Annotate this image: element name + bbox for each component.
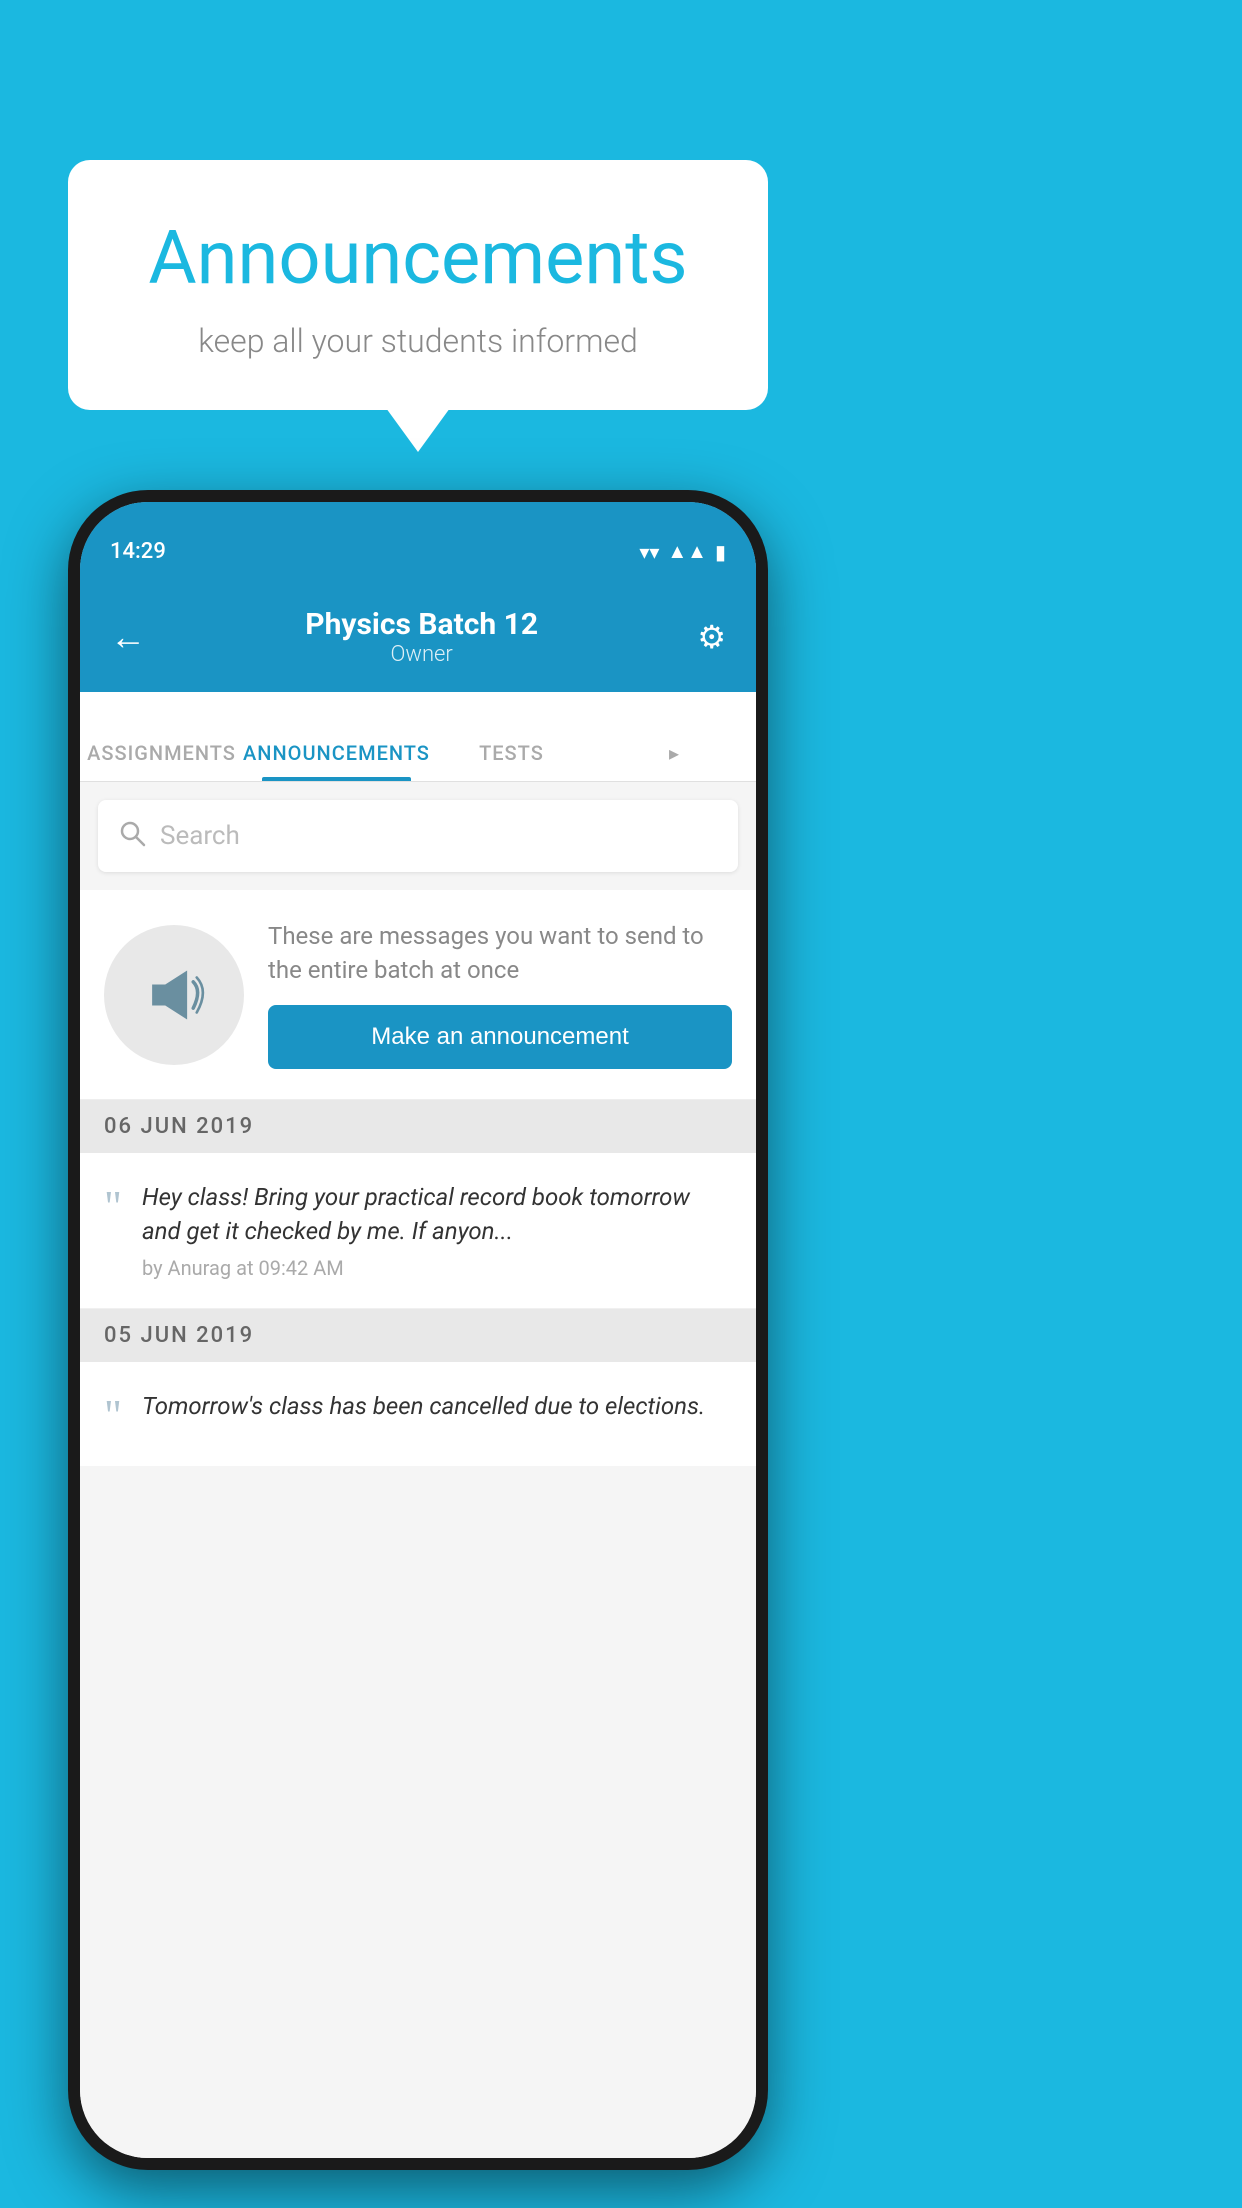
date-divider-2: 05 JUN 2019	[80, 1309, 756, 1362]
speech-bubble-container: Announcements keep all your students inf…	[68, 160, 768, 410]
search-placeholder-text: Search	[160, 821, 240, 851]
phone-outer: 14:29 ▾▾ ▲▲ ▮ ← Physics Batch 12 Owner ⚙	[68, 490, 768, 2170]
signal-icon: ▲▲	[667, 539, 707, 564]
search-icon	[118, 819, 146, 854]
back-button[interactable]: ←	[110, 616, 146, 658]
tab-tests[interactable]: TESTS	[430, 741, 593, 781]
announcement-content-2: Tomorrow's class has been cancelled due …	[142, 1390, 732, 1432]
speech-bubble-title: Announcements	[128, 215, 708, 302]
app-bar: ← Physics Batch 12 Owner ⚙	[80, 582, 756, 692]
app-bar-title-section: Physics Batch 12 Owner	[305, 607, 538, 667]
announcement-text-1: Hey class! Bring your practical record b…	[142, 1181, 732, 1248]
tab-more[interactable]: ▸	[593, 741, 756, 781]
status-bar: 14:29 ▾▾ ▲▲ ▮	[80, 502, 756, 582]
search-bar[interactable]: Search	[98, 800, 738, 872]
megaphone-icon	[139, 960, 209, 1030]
announcement-content-1: Hey class! Bring your practical record b…	[142, 1181, 732, 1280]
date-divider-1: 06 JUN 2019	[80, 1100, 756, 1153]
phone-wrapper: 14:29 ▾▾ ▲▲ ▮ ← Physics Batch 12 Owner ⚙	[68, 490, 768, 2170]
tab-bar: ASSIGNMENTS ANNOUNCEMENTS TESTS ▸	[80, 692, 756, 782]
app-bar-title: Physics Batch 12	[305, 607, 538, 642]
content-area: Search These are messages	[80, 782, 756, 2158]
quote-icon-2: "	[104, 1394, 122, 1438]
quote-icon-1: "	[104, 1185, 122, 1229]
tab-assignments[interactable]: ASSIGNMENTS	[80, 741, 243, 781]
announcement-item-1: " Hey class! Bring your practical record…	[80, 1153, 756, 1309]
promo-card: These are messages you want to send to t…	[80, 890, 756, 1100]
phone-screen: 14:29 ▾▾ ▲▲ ▮ ← Physics Batch 12 Owner ⚙	[80, 502, 756, 2158]
promo-icon-circle	[104, 925, 244, 1065]
battery-icon: ▮	[715, 540, 726, 564]
app-bar-subtitle: Owner	[305, 642, 538, 667]
announcement-text-2: Tomorrow's class has been cancelled due …	[142, 1390, 732, 1424]
promo-right: These are messages you want to send to t…	[268, 920, 732, 1069]
speech-bubble-subtitle: keep all your students informed	[128, 322, 708, 360]
settings-icon[interactable]: ⚙	[697, 618, 726, 656]
announcement-meta-1: by Anurag at 09:42 AM	[142, 1256, 732, 1280]
announcement-item-2: " Tomorrow's class has been cancelled du…	[80, 1362, 756, 1466]
status-icons: ▾▾ ▲▲ ▮	[639, 539, 726, 572]
promo-description: These are messages you want to send to t…	[268, 920, 732, 987]
status-time: 14:29	[110, 539, 166, 572]
make-announcement-button[interactable]: Make an announcement	[268, 1005, 732, 1069]
tab-announcements[interactable]: ANNOUNCEMENTS	[243, 741, 430, 781]
wifi-icon: ▾▾	[639, 540, 659, 564]
speech-bubble: Announcements keep all your students inf…	[68, 160, 768, 410]
